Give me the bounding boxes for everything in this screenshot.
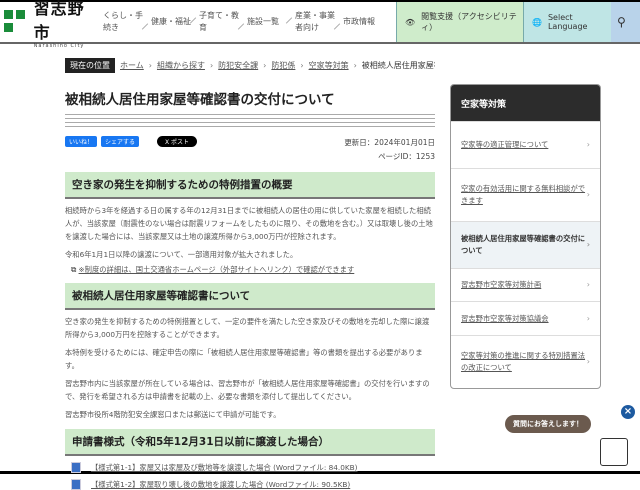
breadcrumb-current: 被相続人居住用家屋等確認書の交付について: [361, 61, 435, 70]
sidebar-item[interactable]: 空家等の適正管理について ›: [451, 121, 600, 168]
word-file-icon: [71, 479, 81, 490]
sidebar-item[interactable]: 習志野市空家等対策協議会 ›: [451, 301, 600, 335]
global-nav: くらし・手続き 健康・福祉 子育て・教育 施設一覧 産業・事業者向け 市政情報: [96, 2, 396, 42]
sidebar-item-label[interactable]: 空家等対策の推進に関する特別措置法の改正について: [461, 350, 587, 374]
paragraph: 本特例を受けるためには、確定申告の際に「被相続人居住用家屋等確認書」等の書類を提…: [65, 348, 423, 370]
breadcrumb-org[interactable]: 組織から探す: [157, 60, 205, 71]
nav-item-living[interactable]: くらし・手続き: [96, 10, 144, 34]
word-file-icon: [71, 462, 81, 473]
nav-item-business[interactable]: 産業・事業者向け: [288, 10, 336, 34]
breadcrumb-dept[interactable]: 防犯安全課: [218, 60, 258, 71]
sidebar-item-current[interactable]: 被相続人居住用家屋等確認書の交付について ›: [451, 221, 600, 268]
logo-subtitle: Narashino City: [33, 43, 85, 49]
close-icon[interactable]: ×: [621, 405, 635, 419]
nav-item-city[interactable]: 市政情報: [336, 16, 384, 28]
nav-item-childcare[interactable]: 子育て・教育: [192, 10, 240, 34]
chevron-right-icon: ›: [586, 190, 590, 199]
paragraph: 習志野市内に当該家屋が所在している場合は、習志野市が「被相続人居住用家屋等確認書…: [65, 379, 430, 401]
logo-mark-icon: [4, 8, 30, 36]
paragraph: 習志野市役所4階防犯安全課窓口または郵送にて申請が可能です。: [65, 410, 281, 419]
search-icon: ⚲: [617, 15, 626, 29]
sidebar-menu: 空家等対策 空家等の適正管理について › 空家の有効活用に関する無料相談ができます…: [450, 84, 601, 389]
section-heading: 申請書様式（令和5年12月31日以前に譲渡した場合）: [65, 429, 435, 456]
file-link[interactable]: 【様式第1-1】家屋又は家屋及び敷地等を譲渡した場合 (Wordファイル: 84…: [91, 463, 358, 473]
section-heading: 空き家の発生を抑制するための特例措置の概要: [65, 172, 435, 199]
chevron-right-icon: ›: [586, 357, 590, 366]
nav-item-facilities[interactable]: 施設一覧: [240, 16, 288, 28]
sidebar-item-label[interactable]: 空家の有効活用に関する無料相談ができます: [461, 183, 587, 207]
x-post-button[interactable]: X ポスト: [157, 136, 198, 147]
breadcrumb: 現在の位置 ホーム › 組織から探す › 防犯安全課 › 防犯係 › 空家等対策 › 被相…: [65, 58, 435, 73]
paragraph: 空き家の発生を抑制するための特例措置として、一定の要件を満たした空き家及びその敷…: [65, 317, 430, 339]
breadcrumb-category[interactable]: 空家等対策: [309, 60, 349, 71]
nav-item-health[interactable]: 健康・福祉: [144, 16, 192, 28]
external-link-icon: ⧉: [71, 265, 77, 274]
search-button[interactable]: ⚲: [611, 2, 640, 42]
main-content: 現在の位置 ホーム › 組織から探す › 防犯安全課 › 防犯係 › 空家等対策 › 被相…: [65, 58, 435, 490]
sidebar-item[interactable]: 空家等対策の推進に関する特別措置法の改正について ›: [451, 335, 600, 388]
page-title: 被相続人居住用家屋等確認書の交付について: [65, 92, 335, 108]
mlit-link[interactable]: ※制度の詳細は、国土交通省ホームページ（外部サイトへリンク）で確認ができます: [79, 265, 355, 274]
file-link[interactable]: 【様式第1-2】家屋取り壊し後の敷地を譲渡した場合 (Wordファイル: 90.…: [91, 480, 350, 490]
section-heading: 被相続人居住用家屋等確認書について: [65, 283, 435, 310]
accessibility-button[interactable]: 👁 閲覧支援（アクセシビリティ）: [396, 2, 523, 42]
sidebar-item[interactable]: 習志野市空家等対策計画 ›: [451, 268, 600, 301]
chatbot-mascot-icon[interactable]: [600, 438, 628, 466]
logo-title: 習志野市: [33, 0, 85, 42]
facebook-share-button[interactable]: シェアする: [101, 136, 140, 147]
page-id: ページID：1253: [378, 152, 435, 161]
sidebar-title: 空家等対策: [451, 85, 600, 121]
sidebar-item-label: 被相続人居住用家屋等確認書の交付について: [461, 234, 586, 255]
breadcrumb-label: 現在の位置: [65, 58, 115, 73]
sidebar-item[interactable]: 空家の有効活用に関する無料相談ができます ›: [451, 168, 600, 221]
site-logo[interactable]: 習志野市 Narashino City: [0, 0, 96, 49]
accessibility-label: 閲覧支援（アクセシビリティ）: [421, 12, 517, 32]
chevron-right-icon: ›: [586, 140, 590, 149]
eye-speaker-icon: 👁: [405, 17, 416, 27]
breadcrumb-home[interactable]: ホーム: [120, 60, 144, 71]
paragraph: 相続時から3年を経過する日の属する年の12月31日までに被相続人の居住の用に供し…: [65, 206, 433, 241]
facebook-like-button[interactable]: いいね！: [65, 136, 98, 147]
chevron-right-icon: ›: [586, 280, 590, 289]
language-button[interactable]: 🌐 Select Language: [523, 2, 611, 42]
language-label: Select Language: [547, 13, 588, 31]
sidebar-item-label[interactable]: 習志野市空家等対策協議会: [461, 313, 549, 325]
title-divider: [65, 114, 435, 128]
sidebar-item-label[interactable]: 空家等の適正管理について: [461, 139, 548, 151]
globe-icon: 🌐: [532, 17, 542, 27]
chatbot-bubble[interactable]: 質問にお答えします！: [505, 415, 591, 433]
paragraph: 令和6年1月1日以降の譲渡について、一部適用対象が拡大されました。: [65, 250, 298, 259]
site-header: 習志野市 Narashino City くらし・手続き 健康・福祉 子育て・教育 …: [0, 0, 640, 49]
chevron-right-icon: ›: [586, 313, 590, 323]
sidebar-item-label[interactable]: 習志野市空家等対策計画: [461, 279, 541, 291]
breadcrumb-section[interactable]: 防犯係: [271, 60, 295, 71]
chevron-right-icon: ›: [586, 240, 590, 249]
updated-date: 更新日：2024年01月01日: [344, 138, 435, 147]
